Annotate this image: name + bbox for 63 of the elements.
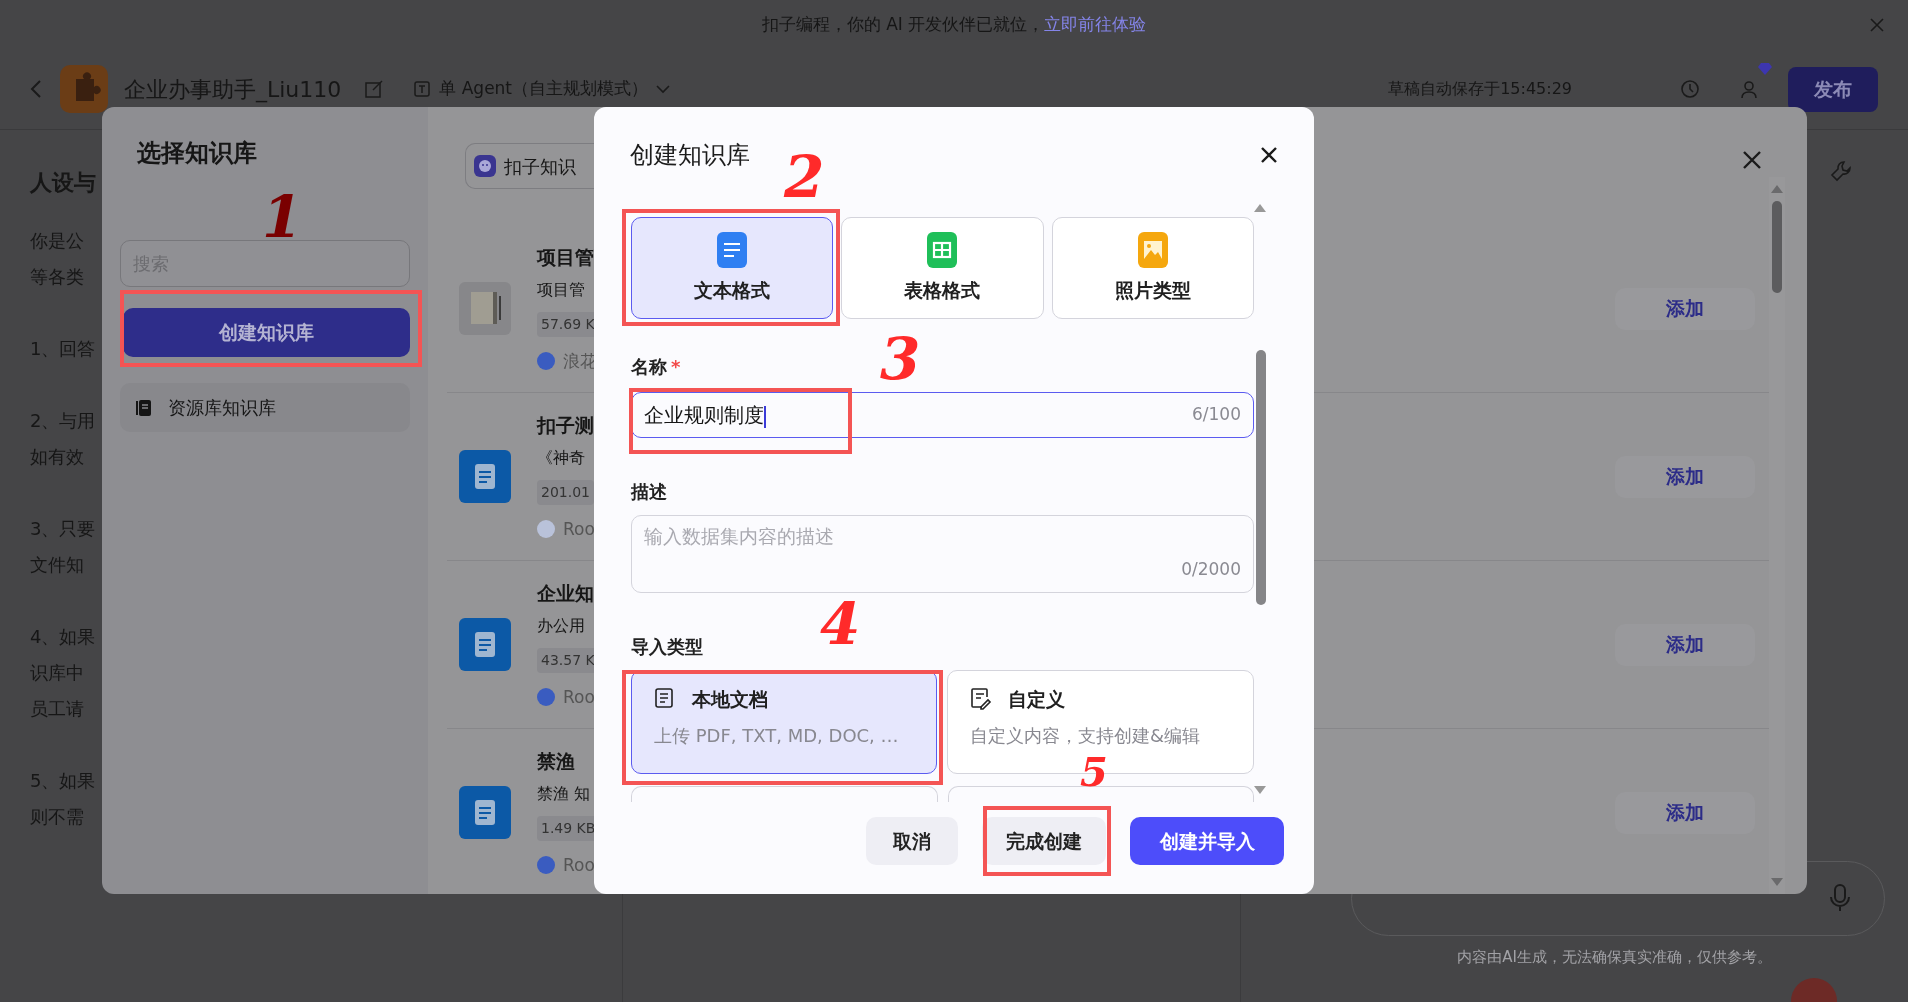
publish-button[interactable]: 发布 (1788, 66, 1878, 112)
sidebar-item[interactable]: 资源库知识库 (120, 383, 410, 432)
banner-link[interactable]: 立即前往体验 (1044, 11, 1147, 38)
scroll-up-icon (1771, 185, 1783, 193)
item-title: 项目管 (537, 245, 594, 270)
chevron-down-icon (656, 84, 671, 94)
field-label: 描述 (631, 481, 667, 502)
scroll-down-icon (1254, 786, 1266, 794)
edit-document-icon (970, 688, 992, 711)
description-field[interactable]: 输入数据集内容的描述 0/2000 (631, 515, 1254, 593)
annotation-number: 3 (880, 330, 921, 388)
edit-icon[interactable] (365, 80, 384, 98)
back-icon[interactable] (30, 79, 42, 99)
book-icon (136, 398, 152, 417)
document-icon (459, 786, 511, 839)
document-icon (654, 688, 676, 711)
annotation-number: 4 (820, 595, 861, 653)
format-option[interactable]: 照片类型 (1051, 217, 1254, 319)
close-icon[interactable] (1260, 145, 1278, 164)
dialog-button[interactable]: 取消 (866, 817, 958, 865)
wrench-icon[interactable] (1830, 160, 1852, 182)
history-icon[interactable] (1680, 79, 1700, 99)
option-card[interactable] (631, 786, 938, 802)
annotation-number: 2 (784, 148, 825, 206)
mascot-icon (474, 155, 496, 177)
field-label: 导入类型 (631, 636, 703, 657)
format-option[interactable]: 文本格式 (631, 217, 834, 319)
dialog-title: 创建知识库 (630, 139, 750, 171)
format-option[interactable]: 表格格式 (841, 217, 1044, 319)
item-description: 办公用 (537, 614, 585, 637)
dialog-title: 选择知识库 (137, 139, 257, 167)
author-name: Roo (563, 853, 595, 877)
scroll-down-icon (1771, 878, 1783, 886)
document-icon (459, 450, 511, 503)
scroll-up-icon (1254, 204, 1266, 212)
app-icon (60, 65, 108, 113)
document-icon (459, 618, 511, 671)
scroll-thumb[interactable] (1772, 201, 1782, 293)
add-button[interactable]: 添加 (1615, 455, 1755, 498)
close-icon[interactable] (1742, 150, 1762, 170)
item-description: 《神奇 (537, 446, 585, 469)
diamond-icon (1758, 63, 1772, 75)
item-title: 禁渔 (537, 749, 575, 774)
file-size: 201.01 (537, 479, 594, 505)
option-card[interactable] (947, 786, 1254, 802)
field-label: 名称 (631, 355, 667, 379)
item-description: 项目管 (537, 278, 585, 301)
create-button[interactable]: 创建知识库 (123, 308, 410, 357)
dialog-button[interactable]: 完成创建 (982, 817, 1106, 865)
microphone-icon[interactable] (1830, 884, 1850, 912)
item-title: 企业知 (537, 581, 594, 606)
add-button[interactable]: 添加 (1615, 287, 1755, 330)
item-description: 禁渔 知 (537, 782, 591, 805)
add-button[interactable]: 添加 (1615, 623, 1755, 666)
create-import-button[interactable]: 创建并导入 (1130, 817, 1284, 865)
author-name: Roo (563, 685, 595, 709)
author-name: Roo (563, 517, 595, 541)
agent-icon (413, 80, 432, 98)
scroll-thumb[interactable] (1256, 350, 1266, 605)
item-title: 扣子测 (537, 413, 594, 438)
disclaimer-text: 内容由AI生成，无法确保真实准确，仅供参考。 (1457, 946, 1772, 968)
required-mark: * (671, 355, 681, 379)
add-button[interactable]: 添加 (1615, 791, 1755, 834)
